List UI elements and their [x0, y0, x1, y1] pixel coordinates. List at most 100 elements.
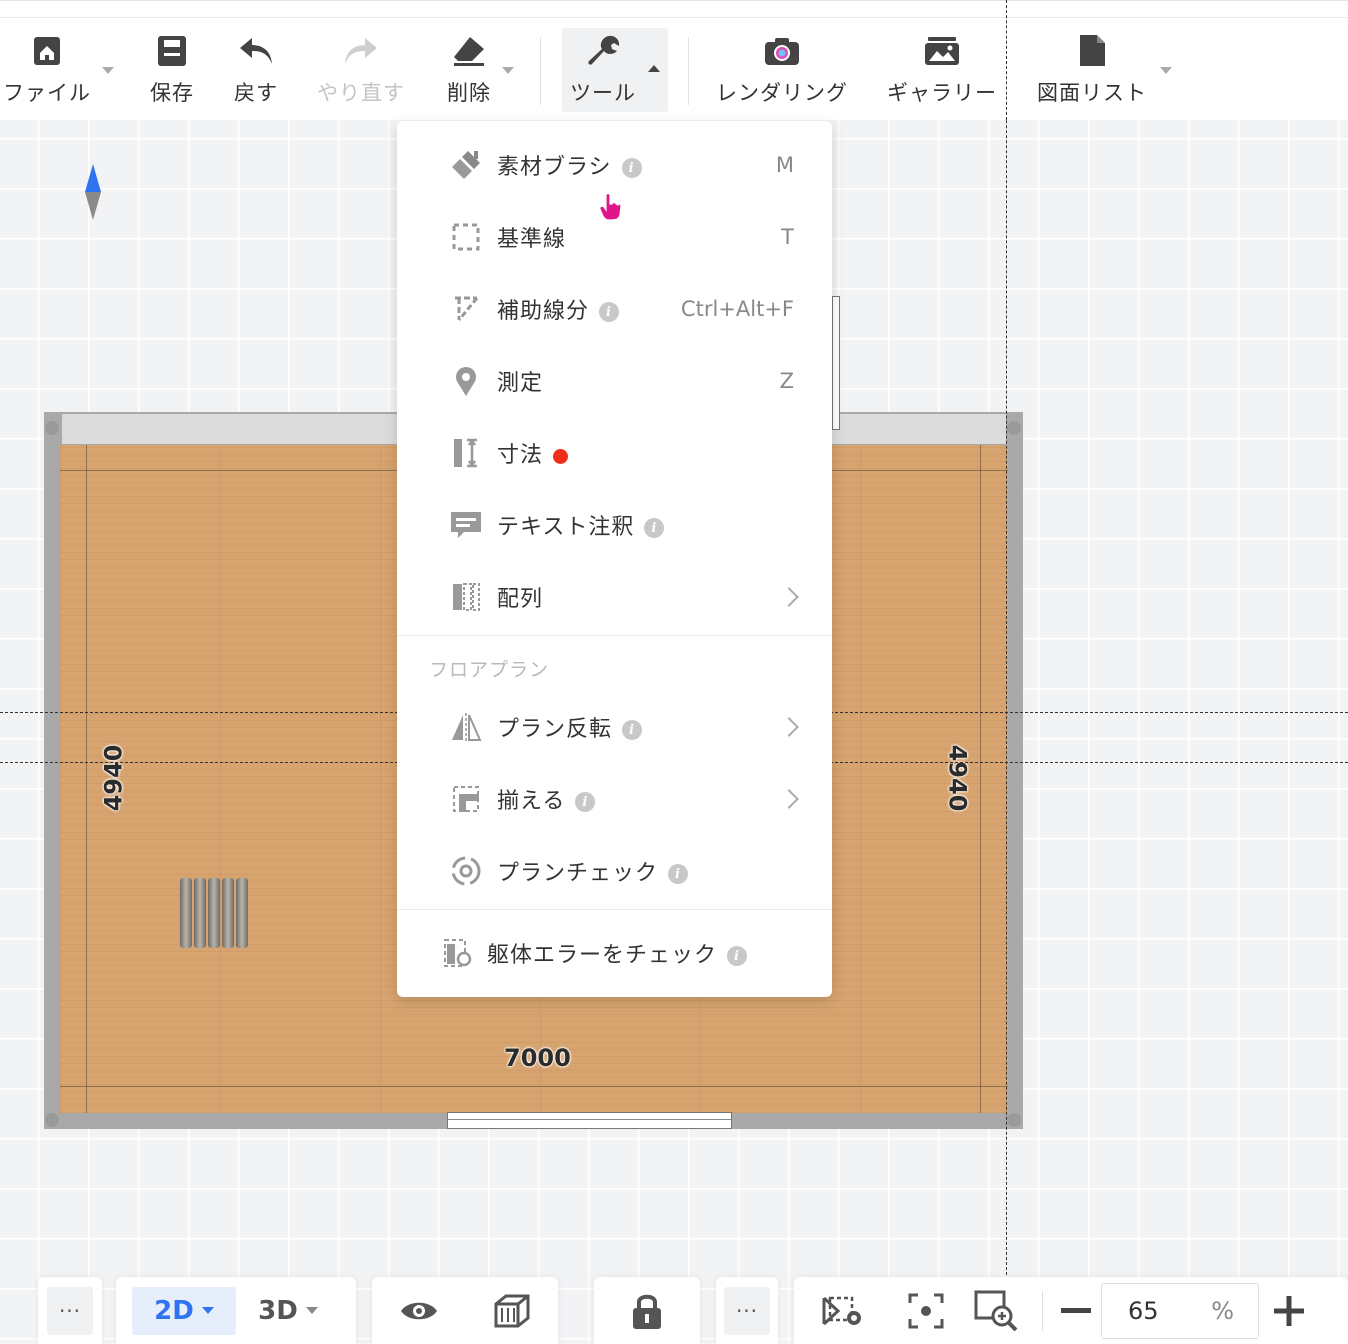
scrollbar[interactable] — [832, 296, 840, 430]
shortcut-label: T — [781, 225, 794, 249]
wall-node[interactable] — [1007, 1113, 1021, 1127]
chevron-down-icon[interactable] — [502, 67, 514, 74]
menu-item-text-note[interactable]: テキスト注釈 i — [397, 489, 832, 561]
file-label: ファイル — [3, 81, 91, 105]
zoom-value: 65 — [1128, 1296, 1159, 1325]
view-2d-button[interactable]: 2D — [132, 1286, 236, 1335]
chevron-right-icon — [779, 789, 799, 809]
menu-item-plan-check[interactable]: プランチェック i — [397, 835, 832, 907]
dimension-right[interactable]: 4940 — [943, 745, 971, 812]
menu-item-structure-check[interactable]: 躯体エラーをチェック i — [397, 917, 832, 989]
dimension-line — [980, 445, 981, 1113]
radiator-object[interactable] — [179, 878, 249, 948]
view-settings-icon — [822, 1296, 861, 1325]
measure-icon — [449, 364, 483, 398]
zoom-unit: % — [1211, 1296, 1234, 1325]
gallery-button[interactable]: ギャラリー — [886, 31, 998, 111]
chevron-down-icon[interactable] — [102, 67, 114, 74]
lock-icon — [633, 1294, 661, 1329]
bottom-left-group: ··· — [38, 1277, 102, 1344]
zoom-separator — [1042, 1290, 1043, 1331]
chevron-right-icon — [779, 587, 799, 607]
toolbar-divider — [0, 17, 1348, 18]
menu-item-label: 揃える i — [497, 783, 596, 815]
redo-button[interactable]: やり直す — [316, 31, 406, 111]
wall-node[interactable] — [1007, 421, 1021, 435]
guide-line-vertical[interactable] — [1006, 0, 1007, 1280]
focus-button[interactable] — [894, 1287, 958, 1335]
toolbar-separator — [540, 37, 541, 105]
menu-item-guide-line[interactable]: 基準線 T — [397, 201, 832, 273]
visibility-button[interactable] — [400, 1287, 438, 1335]
lock-group — [594, 1277, 700, 1344]
menu-item-array[interactable]: 配列 — [397, 561, 832, 633]
guide-line-icon — [449, 220, 483, 254]
view-settings-button[interactable] — [794, 1287, 894, 1335]
save-button[interactable]: 保存 — [146, 31, 198, 111]
delete-button[interactable]: 削除 — [444, 31, 494, 111]
document-icon — [1072, 31, 1112, 71]
menu-item-measure[interactable]: 測定 Z — [397, 345, 832, 417]
shortcut-label: Z — [779, 369, 794, 393]
info-icon[interactable]: i — [599, 302, 620, 322]
info-icon[interactable]: i — [575, 792, 596, 812]
door-opening[interactable] — [447, 1112, 732, 1129]
chevron-right-icon — [779, 717, 799, 737]
dimension-line — [86, 445, 87, 1113]
zoom-out-button[interactable] — [1051, 1287, 1101, 1335]
menu-item-label: 素材ブラシ i — [497, 149, 642, 181]
zoom-fit-button[interactable] — [958, 1287, 1034, 1335]
dimension-left[interactable]: 4940 — [99, 745, 127, 812]
chevron-up-icon[interactable] — [648, 65, 660, 72]
menu-item-label: プランチェック i — [497, 855, 689, 887]
menu-item-label: 基準線 — [497, 227, 567, 252]
dimension-bottom[interactable]: 7000 — [504, 1044, 571, 1072]
menu-item-dimension[interactable]: 寸法 — [397, 417, 832, 489]
brush-icon — [449, 148, 483, 182]
focus-icon — [908, 1293, 944, 1328]
drawing-list-button[interactable]: 図面リスト — [1036, 31, 1148, 111]
info-icon[interactable]: i — [621, 158, 642, 178]
info-icon[interactable]: i — [644, 518, 665, 538]
undo-icon — [236, 31, 276, 71]
box-view-button[interactable] — [494, 1287, 530, 1335]
wall-right[interactable] — [1007, 412, 1023, 1129]
auxiliary-line-icon — [449, 292, 483, 326]
wall-left[interactable] — [44, 412, 61, 1129]
undo-label: 戻す — [234, 81, 278, 105]
menu-item-flip-plan[interactable]: プラン反転 i — [397, 691, 832, 763]
view-mode-group: 2D 3D — [116, 1277, 356, 1344]
menu-item-label: テキスト注釈 i — [497, 509, 665, 541]
top-toolbar: ファイル 保存 戻す やり直す 削除 ツール レンダリング ギャラリー 図面リス… — [0, 0, 1348, 120]
file-menu-button[interactable]: ファイル — [3, 31, 91, 111]
wall-node[interactable] — [45, 421, 59, 435]
minus-icon — [1061, 1307, 1091, 1313]
info-icon[interactable]: i — [622, 720, 643, 740]
delete-label: 削除 — [447, 81, 491, 105]
zoom-input[interactable]: 65 % — [1101, 1282, 1259, 1339]
new-badge — [553, 448, 569, 464]
gallery-label: ギャラリー — [887, 81, 997, 105]
more-button[interactable]: ··· — [47, 1286, 93, 1335]
menu-item-auxiliary-line[interactable]: 補助線分 i Ctrl+Alt+F — [397, 273, 832, 345]
menu-item-material-brush[interactable]: 素材ブラシ i M — [397, 129, 832, 201]
cube-icon — [494, 1294, 530, 1327]
menu-item-align[interactable]: 揃える i — [397, 763, 832, 835]
compass-icon[interactable] — [84, 164, 102, 220]
rendering-button[interactable]: レンダリング — [716, 31, 848, 111]
rendering-label: レンダリング — [716, 81, 848, 105]
info-icon[interactable]: i — [668, 864, 689, 884]
tools-label: ツール — [570, 81, 636, 105]
lock-button[interactable] — [631, 1287, 663, 1335]
zoom-in-button[interactable] — [1259, 1287, 1319, 1335]
info-icon[interactable]: i — [727, 946, 748, 966]
view-3d-button[interactable]: 3D — [236, 1287, 340, 1335]
chevron-down-icon — [201, 1307, 214, 1314]
wall-node[interactable] — [45, 1113, 59, 1127]
menu-item-label: 補助線分 i — [497, 293, 620, 325]
more-button[interactable]: ··· — [724, 1286, 770, 1335]
chevron-down-icon[interactable] — [1160, 67, 1172, 74]
undo-button[interactable]: 戻す — [230, 31, 282, 111]
floorplan-section-title: フロアプラン — [429, 659, 550, 681]
menu-item-label: 躯体エラーをチェック i — [487, 937, 748, 969]
